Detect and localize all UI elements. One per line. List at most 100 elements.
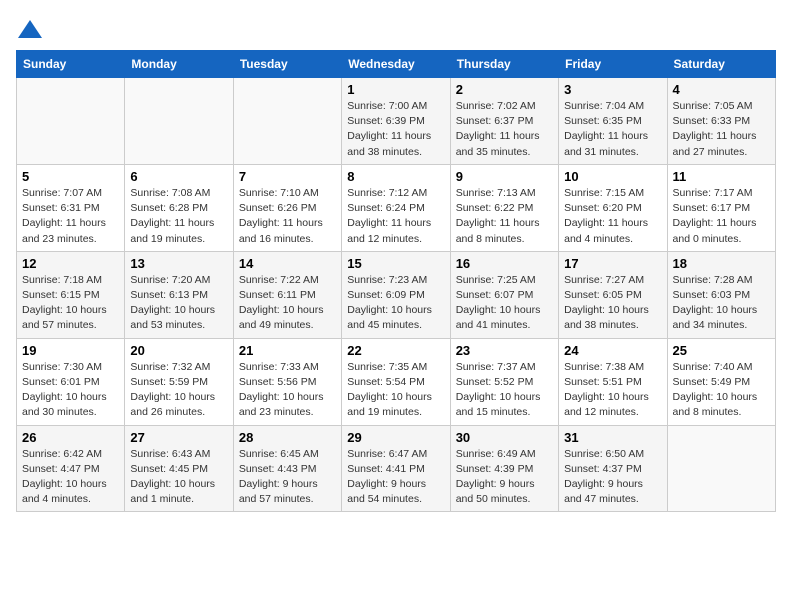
day-info: Sunrise: 7:13 AM Sunset: 6:22 PM Dayligh… <box>456 186 553 247</box>
column-header-tuesday: Tuesday <box>233 51 341 78</box>
day-info: Sunrise: 7:32 AM Sunset: 5:59 PM Dayligh… <box>130 360 227 421</box>
day-number: 1 <box>347 82 444 97</box>
day-info: Sunrise: 7:37 AM Sunset: 5:52 PM Dayligh… <box>456 360 553 421</box>
day-number: 15 <box>347 256 444 271</box>
calendar-cell: 28Sunrise: 6:45 AM Sunset: 4:43 PM Dayli… <box>233 425 341 512</box>
day-number: 11 <box>673 169 770 184</box>
logo <box>16 16 48 44</box>
day-info: Sunrise: 7:18 AM Sunset: 6:15 PM Dayligh… <box>22 273 119 334</box>
calendar-cell: 5Sunrise: 7:07 AM Sunset: 6:31 PM Daylig… <box>17 164 125 251</box>
calendar-cell: 21 Sunrise: 7:33 AM Sunset: 5:56 PM Dayli… <box>233 338 341 425</box>
calendar-cell: 20 Sunrise: 7:32 AM Sunset: 5:59 PM Dayli… <box>125 338 233 425</box>
day-number: 23 <box>456 343 553 358</box>
calendar-cell: 29 Sunrise: 6:47 AM Sunset: 4:41 PM Dayli… <box>342 425 450 512</box>
day-info: Sunrise: 7:35 AM Sunset: 5:54 PM Dayligh… <box>347 360 444 421</box>
calendar-cell: 11 Sunrise: 7:17 AM Sunset: 6:17 PM Dayli… <box>667 164 775 251</box>
calendar-header-row: SundayMondayTuesdayWednesdayThursdayFrid… <box>17 51 776 78</box>
calendar-cell: 15 Sunrise: 7:23 AM Sunset: 6:09 PM Dayli… <box>342 251 450 338</box>
day-info: Sunrise: 7:02 AM Sunset: 6:37 PM Dayligh… <box>456 99 553 160</box>
day-info: Sunrise: 7:23 AM Sunset: 6:09 PM Dayligh… <box>347 273 444 334</box>
calendar-cell: 3Sunrise: 7:04 AM Sunset: 6:35 PM Daylig… <box>559 78 667 165</box>
calendar-week-row: 5Sunrise: 7:07 AM Sunset: 6:31 PM Daylig… <box>17 164 776 251</box>
calendar-cell: 6 Sunrise: 7:08 AM Sunset: 6:28 PM Daylig… <box>125 164 233 251</box>
day-number: 22 <box>347 343 444 358</box>
day-number: 13 <box>130 256 227 271</box>
calendar-cell <box>17 78 125 165</box>
column-header-thursday: Thursday <box>450 51 558 78</box>
calendar-cell: 27 Sunrise: 6:43 AM Sunset: 4:45 PM Dayli… <box>125 425 233 512</box>
calendar-week-row: 26 Sunrise: 6:42 AM Sunset: 4:47 PM Dayli… <box>17 425 776 512</box>
calendar-cell <box>667 425 775 512</box>
calendar-week-row: 12Sunrise: 7:18 AM Sunset: 6:15 PM Dayli… <box>17 251 776 338</box>
calendar-cell: 13 Sunrise: 7:20 AM Sunset: 6:13 PM Dayli… <box>125 251 233 338</box>
day-info: Sunrise: 7:22 AM Sunset: 6:11 PM Dayligh… <box>239 273 336 334</box>
day-number: 6 <box>130 169 227 184</box>
calendar-cell: 1 Sunrise: 7:00 AM Sunset: 6:39 PM Daylig… <box>342 78 450 165</box>
calendar-cell: 31Sunrise: 6:50 AM Sunset: 4:37 PM Dayli… <box>559 425 667 512</box>
day-number: 20 <box>130 343 227 358</box>
day-info: Sunrise: 7:07 AM Sunset: 6:31 PM Dayligh… <box>22 186 119 247</box>
day-info: Sunrise: 6:47 AM Sunset: 4:41 PM Dayligh… <box>347 447 444 508</box>
day-info: Sunrise: 7:20 AM Sunset: 6:13 PM Dayligh… <box>130 273 227 334</box>
day-info: Sunrise: 6:49 AM Sunset: 4:39 PM Dayligh… <box>456 447 553 508</box>
day-info: Sunrise: 7:08 AM Sunset: 6:28 PM Dayligh… <box>130 186 227 247</box>
day-number: 24 <box>564 343 661 358</box>
calendar-cell <box>233 78 341 165</box>
calendar-cell: 10Sunrise: 7:15 AM Sunset: 6:20 PM Dayli… <box>559 164 667 251</box>
day-number: 31 <box>564 430 661 445</box>
calendar-cell: 24 Sunrise: 7:38 AM Sunset: 5:51 PM Dayli… <box>559 338 667 425</box>
day-info: Sunrise: 7:25 AM Sunset: 6:07 PM Dayligh… <box>456 273 553 334</box>
day-info: Sunrise: 7:00 AM Sunset: 6:39 PM Dayligh… <box>347 99 444 160</box>
day-number: 28 <box>239 430 336 445</box>
day-number: 7 <box>239 169 336 184</box>
day-number: 26 <box>22 430 119 445</box>
calendar-cell: 4 Sunrise: 7:05 AM Sunset: 6:33 PM Daylig… <box>667 78 775 165</box>
calendar-cell: 9 Sunrise: 7:13 AM Sunset: 6:22 PM Daylig… <box>450 164 558 251</box>
day-info: Sunrise: 7:30 AM Sunset: 6:01 PM Dayligh… <box>22 360 119 421</box>
calendar-cell <box>125 78 233 165</box>
day-info: Sunrise: 7:33 AM Sunset: 5:56 PM Dayligh… <box>239 360 336 421</box>
day-number: 16 <box>456 256 553 271</box>
day-number: 17 <box>564 256 661 271</box>
calendar-cell: 23 Sunrise: 7:37 AM Sunset: 5:52 PM Dayli… <box>450 338 558 425</box>
day-info: Sunrise: 7:27 AM Sunset: 6:05 PM Dayligh… <box>564 273 661 334</box>
day-info: Sunrise: 7:12 AM Sunset: 6:24 PM Dayligh… <box>347 186 444 247</box>
header <box>16 16 776 44</box>
day-number: 19 <box>22 343 119 358</box>
day-number: 29 <box>347 430 444 445</box>
day-number: 25 <box>673 343 770 358</box>
day-number: 4 <box>673 82 770 97</box>
calendar-cell: 14Sunrise: 7:22 AM Sunset: 6:11 PM Dayli… <box>233 251 341 338</box>
day-info: Sunrise: 7:28 AM Sunset: 6:03 PM Dayligh… <box>673 273 770 334</box>
calendar-cell: 19 Sunrise: 7:30 AM Sunset: 6:01 PM Dayli… <box>17 338 125 425</box>
column-header-saturday: Saturday <box>667 51 775 78</box>
day-number: 9 <box>456 169 553 184</box>
day-info: Sunrise: 6:42 AM Sunset: 4:47 PM Dayligh… <box>22 447 119 508</box>
calendar-cell: 17 Sunrise: 7:27 AM Sunset: 6:05 PM Dayli… <box>559 251 667 338</box>
day-info: Sunrise: 7:04 AM Sunset: 6:35 PM Dayligh… <box>564 99 661 160</box>
day-info: Sunrise: 7:38 AM Sunset: 5:51 PM Dayligh… <box>564 360 661 421</box>
day-info: Sunrise: 6:43 AM Sunset: 4:45 PM Dayligh… <box>130 447 227 508</box>
calendar-table: SundayMondayTuesdayWednesdayThursdayFrid… <box>16 50 776 512</box>
day-info: Sunrise: 7:40 AM Sunset: 5:49 PM Dayligh… <box>673 360 770 421</box>
logo-icon <box>16 16 44 44</box>
day-info: Sunrise: 7:05 AM Sunset: 6:33 PM Dayligh… <box>673 99 770 160</box>
calendar-cell: 12Sunrise: 7:18 AM Sunset: 6:15 PM Dayli… <box>17 251 125 338</box>
calendar-cell: 7 Sunrise: 7:10 AM Sunset: 6:26 PM Daylig… <box>233 164 341 251</box>
day-number: 21 <box>239 343 336 358</box>
calendar-cell: 2Sunrise: 7:02 AM Sunset: 6:37 PM Daylig… <box>450 78 558 165</box>
column-header-monday: Monday <box>125 51 233 78</box>
calendar-cell: 22 Sunrise: 7:35 AM Sunset: 5:54 PM Dayli… <box>342 338 450 425</box>
day-info: Sunrise: 7:10 AM Sunset: 6:26 PM Dayligh… <box>239 186 336 247</box>
day-number: 30 <box>456 430 553 445</box>
calendar-week-row: 1 Sunrise: 7:00 AM Sunset: 6:39 PM Daylig… <box>17 78 776 165</box>
calendar-cell: 8Sunrise: 7:12 AM Sunset: 6:24 PM Daylig… <box>342 164 450 251</box>
calendar-cell: 25 Sunrise: 7:40 AM Sunset: 5:49 PM Dayli… <box>667 338 775 425</box>
column-header-sunday: Sunday <box>17 51 125 78</box>
column-header-wednesday: Wednesday <box>342 51 450 78</box>
calendar-cell: 18Sunrise: 7:28 AM Sunset: 6:03 PM Dayli… <box>667 251 775 338</box>
day-number: 27 <box>130 430 227 445</box>
calendar-cell: 16 Sunrise: 7:25 AM Sunset: 6:07 PM Dayli… <box>450 251 558 338</box>
day-info: Sunrise: 7:17 AM Sunset: 6:17 PM Dayligh… <box>673 186 770 247</box>
day-number: 10 <box>564 169 661 184</box>
